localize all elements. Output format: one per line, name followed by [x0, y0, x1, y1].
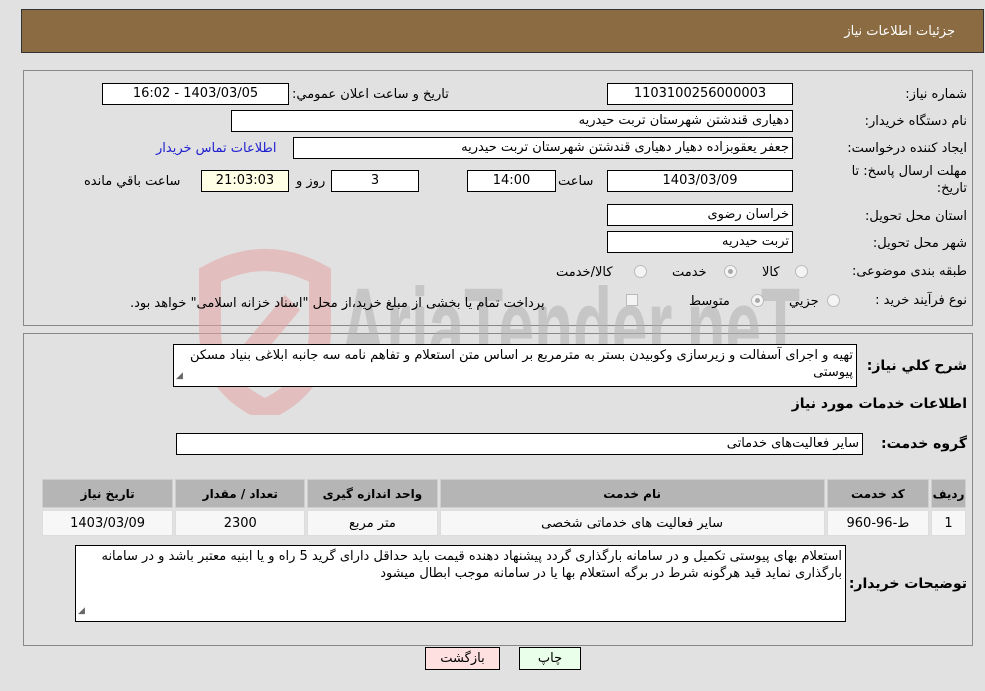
page-header: جزئیات اطلاعات نیاز — [21, 9, 984, 53]
buyer-notes-text: استعلام بهای پیوستی تکمیل و در سامانه با… — [101, 549, 842, 581]
col-service-code: کد خدمت — [826, 479, 930, 508]
remaining-label: ساعت باقي مانده — [84, 174, 181, 189]
treasury-note: پرداخت تمام يا بخشی از مبلغ خريد،از محل … — [130, 296, 545, 311]
remaining-time-field: 21:03:03 — [201, 170, 289, 192]
cell-service-code: ط-96-960 — [826, 510, 930, 536]
announce-label: تاریخ و ساعت اعلان عمومي: — [292, 87, 449, 102]
category-option-both: کالا/خدمت — [556, 265, 613, 280]
deadline-time-field: 14:00 — [467, 170, 556, 192]
cell-unit: متر مربع — [307, 510, 438, 536]
city-field: تربت حیدریه — [607, 231, 793, 253]
category-radio-goods[interactable] — [795, 265, 808, 278]
buyer-notes-textarea[interactable]: استعلام بهای پیوستی تکمیل و در سامانه با… — [75, 545, 846, 622]
buyer-contact-link[interactable]: اطلاعات تماس خريدار — [156, 141, 276, 156]
announce-field: 1403/03/05 - 16:02 — [102, 83, 289, 105]
description-text: تهیه و اجرای آسفالت و زیرسازی وکوبیدن بس… — [189, 348, 853, 380]
creator-field: جعفر یعقوبزاده دهیار دهیاری قندشتن شهرست… — [293, 137, 793, 159]
creator-label: ايجاد کننده درخواست: — [847, 141, 967, 156]
category-option-service: خدمت — [672, 265, 707, 280]
cell-row: 1 — [931, 510, 966, 536]
print-button[interactable]: چاپ — [519, 647, 581, 670]
buyer-org-label: نام دستگاه خريدار: — [864, 114, 967, 129]
deadline-label-2: تاريخ: — [936, 181, 967, 196]
deadline-date-field: 1403/03/09 — [607, 170, 793, 192]
treasury-checkbox[interactable] — [626, 294, 638, 306]
cell-need-date: 1403/03/09 — [42, 510, 174, 536]
cell-service-name: سایر فعالیت های خدماتی شخصی — [439, 510, 825, 536]
service-group-label: گروه خدمت: — [881, 436, 967, 452]
back-button[interactable]: بازگشت — [425, 647, 500, 670]
city-label: شهر محل تحويل: — [872, 236, 967, 251]
category-radio-both[interactable] — [634, 265, 647, 278]
col-quantity: تعداد / مقدار — [175, 479, 306, 508]
col-unit: واحد اندازه گيری — [307, 479, 438, 508]
services-section-title: اطلاعات خدمات مورد نياز — [791, 396, 967, 412]
services-table: رديف کد خدمت نام خدمت واحد اندازه گيری ت… — [40, 477, 968, 538]
deadline-time-label: ساعت — [558, 174, 594, 189]
table-row: 1 ط-96-960 سایر فعالیت های خدماتی شخصی م… — [42, 510, 966, 536]
description-label: شرح كلي نياز: — [866, 358, 967, 374]
cell-quantity: 2300 — [175, 510, 306, 536]
services-table-header: رديف کد خدمت نام خدمت واحد اندازه گيری ت… — [42, 479, 966, 508]
buyer-org-field: دهیاری قندشتن شهرستان تربت حیدریه — [231, 110, 793, 132]
deadline-label: مهلت ارسال پاسخ: تا — [851, 164, 967, 179]
col-row: رديف — [931, 479, 966, 508]
process-option-medium: متوسط — [689, 294, 730, 309]
process-option-minor: جزيي — [789, 294, 819, 309]
buyer-notes-label: توضيحات خريدار: — [848, 576, 967, 592]
resize-grip-icon[interactable]: ◢ — [176, 368, 183, 385]
days-remaining-field: 3 — [331, 170, 419, 192]
days-label: روز و — [296, 174, 326, 189]
col-need-date: تاريخ نياز — [42, 479, 174, 508]
process-label: نوع فرآيند خريد : — [875, 293, 967, 308]
category-label: طبقه بندی موضوعی: — [851, 264, 967, 279]
process-radio-medium[interactable] — [751, 294, 764, 307]
province-field: خراسان رضوی — [607, 204, 793, 226]
description-textarea[interactable]: تهیه و اجرای آسفالت و زیرسازی وکوبیدن بس… — [173, 344, 857, 387]
province-label: استان محل تحويل: — [865, 209, 967, 224]
resize-grip-icon[interactable]: ◢ — [78, 603, 85, 620]
category-option-goods: کالا — [762, 265, 780, 280]
process-radio-minor[interactable] — [827, 294, 840, 307]
category-radio-service[interactable] — [724, 265, 737, 278]
need-number-field: 1103100256000003 — [607, 83, 793, 105]
page-title: جزئیات اطلاعات نیاز — [844, 23, 955, 39]
service-group-field: سایر فعالیت‌های خدماتی — [176, 433, 863, 455]
need-number-label: شماره نیاز: — [905, 87, 967, 102]
need-details-panel — [23, 70, 973, 326]
col-service-name: نام خدمت — [439, 479, 825, 508]
